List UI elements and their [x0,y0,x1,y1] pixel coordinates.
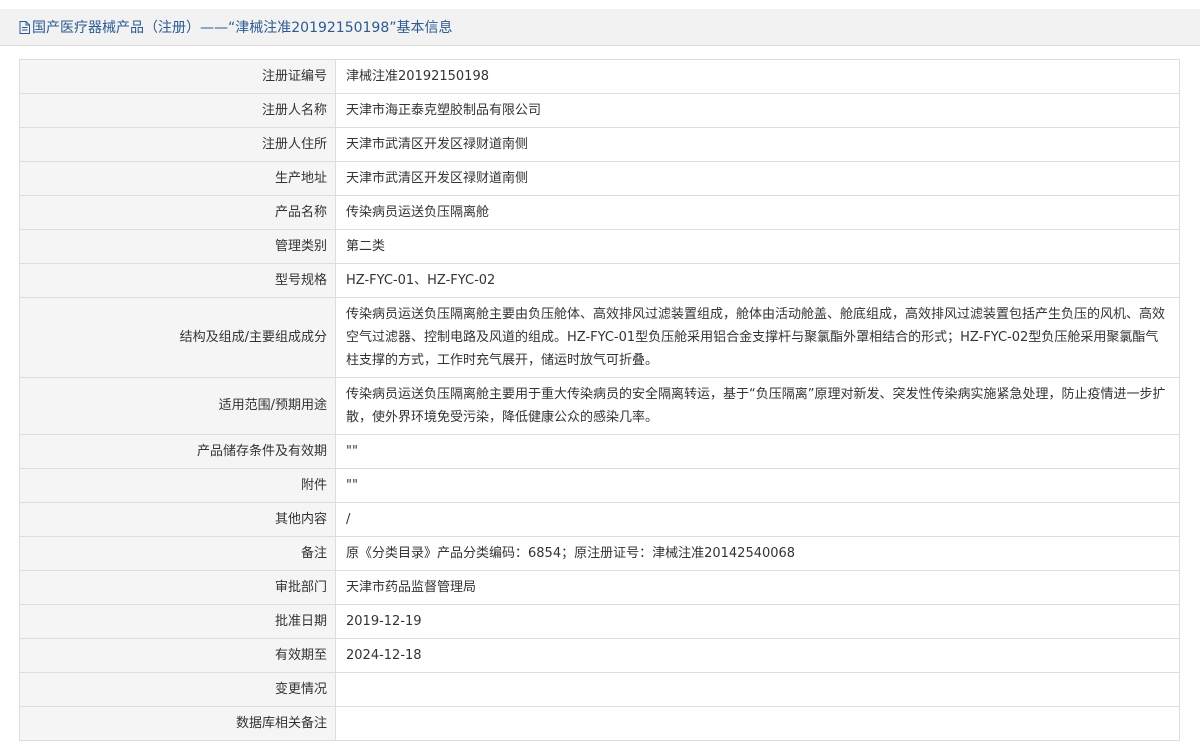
field-value: 原《分类目录》产品分类编码：6854；原注册证号：津械注准20142540068 [335,536,1180,571]
table-row: 注册人名称 天津市海正泰克塑胶制品有限公司 [19,93,1180,128]
field-value: 传染病员运送负压隔离舱主要用于重大传染病员的安全隔离转运，基于“负压隔离”原理对… [335,377,1180,435]
table-row: 审批部门 天津市药品监督管理局 [19,570,1180,605]
field-value [335,672,1180,707]
field-label: 注册人住所 [19,127,336,162]
field-value: "" [335,468,1180,503]
table-row: 变更情况 [19,672,1180,707]
info-table: 注册证编号 津械注准20192150198 注册人名称 天津市海正泰克塑胶制品有… [19,59,1180,741]
field-label: 审批部门 [19,570,336,605]
table-row: 注册证编号 津械注准20192150198 [19,59,1180,94]
field-value: 2019-12-19 [335,604,1180,639]
field-value: HZ-FYC-01、HZ-FYC-02 [335,263,1180,298]
field-value: 传染病员运送负压隔离舱主要由负压舱体、高效排风过滤装置组成，舱体由活动舱盖、舱底… [335,297,1180,378]
field-value: 津械注准20192150198 [335,59,1180,94]
document-icon [19,20,30,34]
field-label: 型号规格 [19,263,336,298]
field-value: 天津市药品监督管理局 [335,570,1180,605]
field-label: 有效期至 [19,638,336,673]
table-row: 适用范围/预期用途 传染病员运送负压隔离舱主要用于重大传染病员的安全隔离转运，基… [19,377,1180,435]
field-value: 天津市武清区开发区禄财道南侧 [335,161,1180,196]
table-row: 型号规格 HZ-FYC-01、HZ-FYC-02 [19,263,1180,298]
field-label: 其他内容 [19,502,336,537]
field-value: "" [335,434,1180,469]
table-row: 生产地址 天津市武清区开发区禄财道南侧 [19,161,1180,196]
field-label: 注册证编号 [19,59,336,94]
field-value [335,706,1180,741]
field-label: 生产地址 [19,161,336,196]
field-label: 结构及组成/主要组成成分 [19,297,336,378]
field-value: 天津市海正泰克塑胶制品有限公司 [335,93,1180,128]
field-label: 变更情况 [19,672,336,707]
table-row: 有效期至 2024-12-18 [19,638,1180,673]
page: 国产医疗器械产品（注册）——“津械注准20192150198”基本信息 注册证编… [0,0,1200,746]
field-value: / [335,502,1180,537]
field-label: 批准日期 [19,604,336,639]
table-row: 管理类别 第二类 [19,229,1180,264]
field-value: 传染病员运送负压隔离舱 [335,195,1180,230]
field-label: 管理类别 [19,229,336,264]
field-value: 2024-12-18 [335,638,1180,673]
field-label: 数据库相关备注 [19,706,336,741]
table-row: 数据库相关备注 [19,706,1180,741]
field-value: 天津市武清区开发区禄财道南侧 [335,127,1180,162]
field-label: 产品储存条件及有效期 [19,434,336,469]
table-row: 附件 "" [19,468,1180,503]
table-row: 结构及组成/主要组成成分 传染病员运送负压隔离舱主要由负压舱体、高效排风过滤装置… [19,297,1180,378]
table-row: 批准日期 2019-12-19 [19,604,1180,639]
title-bar: 国产医疗器械产品（注册）——“津械注准20192150198”基本信息 [0,9,1200,46]
table-row: 注册人住所 天津市武清区开发区禄财道南侧 [19,127,1180,162]
field-label: 备注 [19,536,336,571]
field-label: 适用范围/预期用途 [19,377,336,435]
table-row: 备注 原《分类目录》产品分类编码：6854；原注册证号：津械注准20142540… [19,536,1180,571]
table-row: 其他内容 / [19,502,1180,537]
field-value: 第二类 [335,229,1180,264]
field-label: 产品名称 [19,195,336,230]
field-label: 附件 [19,468,336,503]
table-row: 产品储存条件及有效期 "" [19,434,1180,469]
page-title: 国产医疗器械产品（注册）——“津械注准20192150198”基本信息 [32,20,453,36]
field-label: 注册人名称 [19,93,336,128]
table-row: 产品名称 传染病员运送负压隔离舱 [19,195,1180,230]
